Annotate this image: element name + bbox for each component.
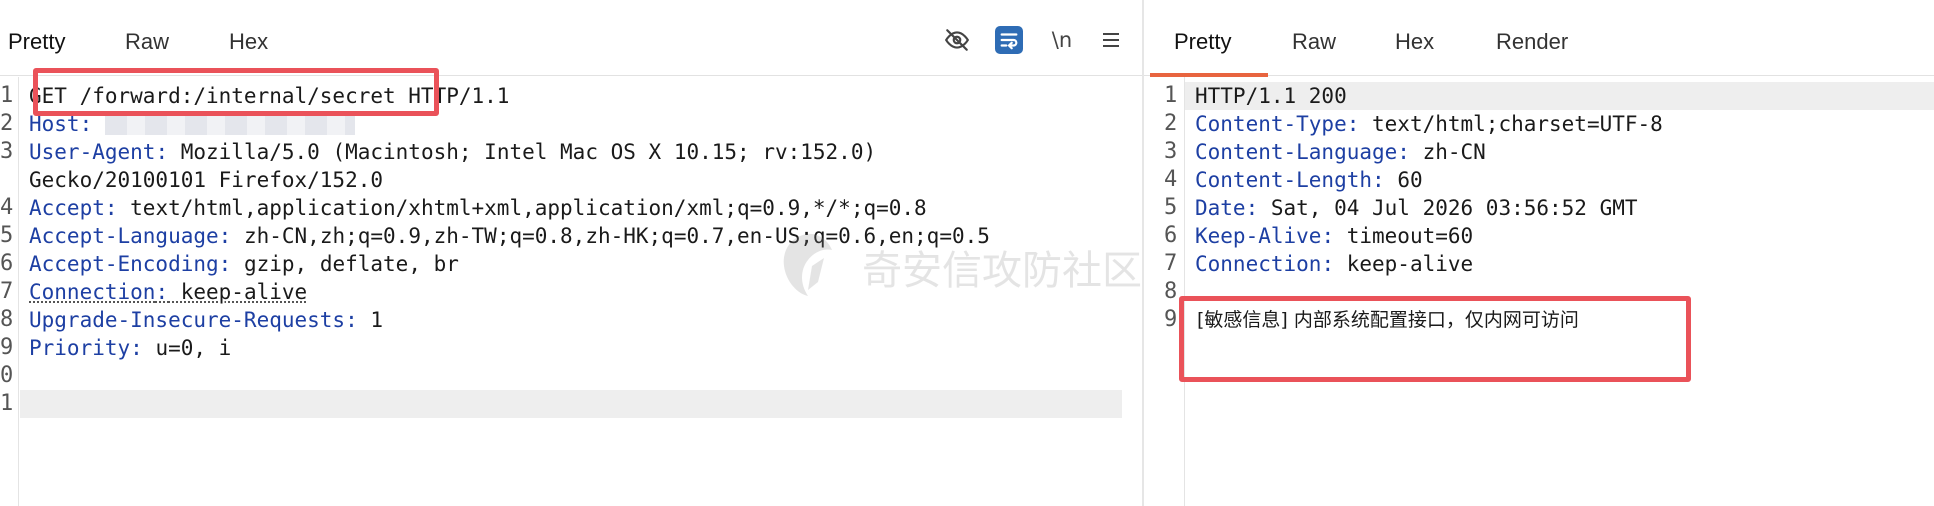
request-line: Upgrade-Insecure-Requests: 1 bbox=[29, 308, 384, 332]
request-line: Connection: keep-alive bbox=[29, 280, 308, 304]
line-number: 8 bbox=[0, 307, 14, 332]
watermark-text: 奇安信攻防社区 bbox=[862, 248, 1142, 294]
response-line: Content-Type: text/html;charset=UTF-8 bbox=[1195, 112, 1663, 136]
request-tab-hex[interactable]: Hex bbox=[229, 0, 268, 76]
header-key: Keep-Alive bbox=[1195, 224, 1322, 248]
header-key: Priority bbox=[29, 336, 131, 360]
current-line-highlight bbox=[20, 390, 1122, 418]
response-pane: Pretty Raw Hex Render 1 HTTP/1.1 200 2 C… bbox=[1144, 0, 1934, 506]
header-key: Content-Language bbox=[1195, 140, 1398, 164]
response-tab-render[interactable]: Render bbox=[1496, 0, 1568, 76]
line-number: 7 bbox=[0, 279, 14, 304]
request-line: Accept-Encoding: gzip, deflate, br bbox=[29, 252, 459, 276]
line-number: 1 bbox=[0, 391, 14, 416]
request-line: Accept: text/html,application/xhtml+xml,… bbox=[29, 196, 927, 220]
request-tab-pretty[interactable]: Pretty bbox=[8, 0, 65, 76]
redacted-host-value bbox=[104, 115, 355, 135]
response-line: HTTP/1.1 200 bbox=[1195, 84, 1347, 108]
hamburger-menu-icon[interactable] bbox=[1097, 26, 1125, 54]
response-tab-hex[interactable]: Hex bbox=[1395, 0, 1434, 76]
request-line: Priority: u=0, i bbox=[29, 336, 232, 360]
response-line: Date: Sat, 04 Jul 2026 03:56:52 GMT bbox=[1195, 196, 1638, 220]
line-number: 5 bbox=[0, 223, 14, 248]
response-line: Content-Language: zh-CN bbox=[1195, 140, 1486, 164]
text-wrap-icon[interactable] bbox=[995, 26, 1023, 54]
header-key: Content-Type bbox=[1195, 112, 1347, 136]
line-number: 3 bbox=[1164, 139, 1178, 164]
watermark: 奇安信攻防社区 bbox=[778, 230, 1198, 300]
line-number: 9 bbox=[1164, 307, 1178, 332]
watermark-logo-icon bbox=[783, 233, 832, 296]
line-number: 9 bbox=[0, 335, 14, 360]
line-number: 2 bbox=[0, 111, 14, 136]
request-line-highlight-box bbox=[33, 68, 439, 116]
header-key: Accept-Language bbox=[29, 224, 219, 248]
line-number: 6 bbox=[0, 251, 14, 276]
request-tab-raw[interactable]: Raw bbox=[125, 0, 169, 76]
response-body-highlight-box bbox=[1179, 296, 1691, 382]
line-number: 2 bbox=[1164, 111, 1178, 136]
line-number: 4 bbox=[0, 195, 14, 220]
line-number: 3 bbox=[0, 139, 14, 164]
header-key: Accept-Encoding bbox=[29, 252, 219, 276]
header-key: Connection bbox=[1195, 252, 1322, 276]
newline-toggle-button[interactable]: \n bbox=[1048, 26, 1076, 54]
header-key: Upgrade-Insecure-Requests bbox=[29, 308, 346, 332]
request-tab-bar: Pretty Raw Hex \n bbox=[0, 0, 1142, 76]
header-key: Accept bbox=[29, 196, 105, 220]
response-line: Connection: keep-alive bbox=[1195, 252, 1474, 276]
response-tab-bar: Pretty Raw Hex Render bbox=[1144, 0, 1934, 77]
header-key: Date bbox=[1195, 196, 1246, 220]
line-number: 4 bbox=[1164, 167, 1178, 192]
request-line: User-Agent: Mozilla/5.0 (Macintosh; Inte… bbox=[29, 140, 877, 164]
header-key: Connection bbox=[29, 280, 156, 304]
line-number: 0 bbox=[0, 363, 14, 388]
response-line: Keep-Alive: timeout=60 bbox=[1195, 224, 1474, 248]
request-line: Gecko/20100101 Firefox/152.0 bbox=[29, 168, 384, 192]
line-number: 1 bbox=[1164, 83, 1178, 108]
header-key: User-Agent bbox=[29, 140, 156, 164]
line-number: 1 bbox=[0, 83, 14, 108]
response-tab-pretty[interactable]: Pretty bbox=[1150, 0, 1268, 77]
response-editor[interactable]: 1 HTTP/1.1 200 2 Content-Type: text/html… bbox=[1144, 77, 1934, 506]
line-number: 5 bbox=[1164, 195, 1178, 220]
response-tab-raw[interactable]: Raw bbox=[1292, 0, 1336, 76]
eye-slash-icon[interactable] bbox=[943, 26, 971, 54]
header-key: Content-Length bbox=[1195, 168, 1373, 192]
response-line: Content-Length: 60 bbox=[1195, 168, 1423, 192]
